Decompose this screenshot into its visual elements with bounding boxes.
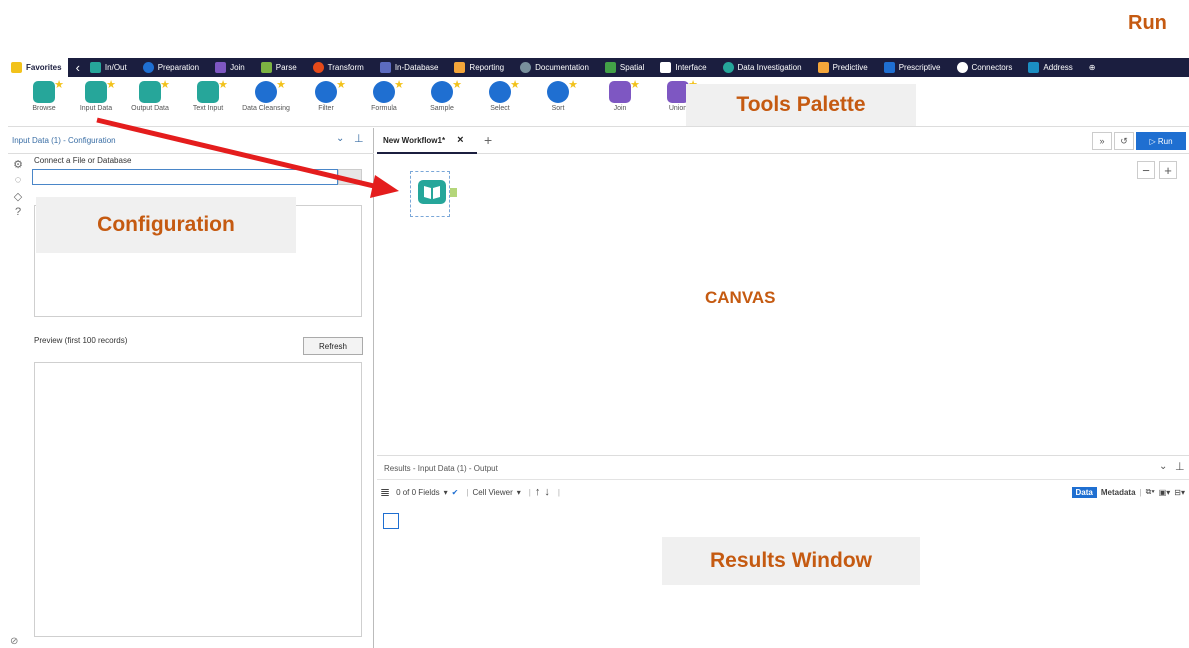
red-arrow-annotation	[96, 117, 399, 198]
